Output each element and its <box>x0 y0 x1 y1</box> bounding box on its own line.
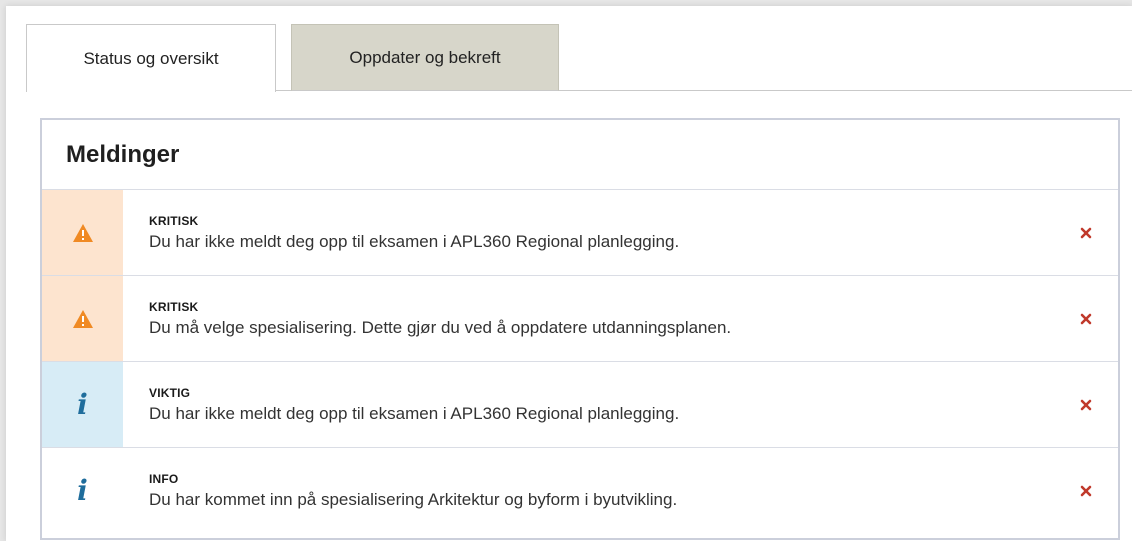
message-body: KRITISK Du må velge spesialisering. Dett… <box>123 276 1118 361</box>
tab-label: Status og oversikt <box>83 48 219 68</box>
message-text: Du har ikke meldt deg opp til eksamen i … <box>149 232 680 251</box>
message-level: KRITISK <box>149 300 199 314</box>
close-icon <box>1080 399 1092 410</box>
info-icon: i <box>77 387 88 421</box>
close-icon <box>1080 227 1092 238</box>
warning-icon <box>72 223 93 242</box>
close-icon <box>1080 313 1092 324</box>
tab-bar: Status og oversikt Oppdater og bekreft <box>26 24 1132 98</box>
dismiss-button[interactable] <box>1076 395 1096 415</box>
dismiss-button[interactable] <box>1076 223 1096 243</box>
message-icon-cell <box>42 276 123 361</box>
message-item: KRITISK Du må velge spesialisering. Dett… <box>42 276 1118 362</box>
panel-header: Meldinger <box>42 120 1118 190</box>
tab-status-og-oversikt[interactable]: Status og oversikt <box>26 24 276 92</box>
panel-title: Meldinger <box>66 140 180 168</box>
message-body: KRITISK Du har ikke meldt deg opp til ek… <box>123 190 1118 275</box>
messages-panel: Meldinger KRITISK Du har ikke meldt deg … <box>40 118 1120 540</box>
message-text: Du har ikke meldt deg opp til eksamen i … <box>149 404 680 423</box>
page-frame: Status og oversikt Oppdater og bekreft M… <box>6 6 1132 541</box>
message-body: INFO Du har kommet inn på spesialisering… <box>123 448 1118 534</box>
message-icon-cell: i <box>42 448 123 534</box>
message-item: i VIKTIG Du har ikke meldt deg opp til e… <box>42 362 1118 448</box>
message-icon-cell: i <box>42 362 123 447</box>
message-item: KRITISK Du har ikke meldt deg opp til ek… <box>42 190 1118 276</box>
message-text: Du har kommet inn på spesialisering Arki… <box>149 490 678 509</box>
info-icon: i <box>77 474 88 507</box>
message-level: KRITISK <box>149 214 199 228</box>
message-item: i INFO Du har kommet inn på spesialiseri… <box>42 448 1118 534</box>
message-level: INFO <box>149 472 179 486</box>
message-level: VIKTIG <box>149 386 191 400</box>
dismiss-button[interactable] <box>1076 309 1096 329</box>
tab-oppdater-og-bekreft[interactable]: Oppdater og bekreft <box>291 24 559 91</box>
warning-icon <box>72 309 93 328</box>
message-body: VIKTIG Du har ikke meldt deg opp til eks… <box>123 362 1118 447</box>
message-text: Du må velge spesialisering. Dette gjør d… <box>149 318 732 337</box>
dismiss-button[interactable] <box>1076 481 1096 501</box>
close-icon <box>1080 485 1092 497</box>
message-icon-cell <box>42 190 123 275</box>
tab-label: Oppdater og bekreft <box>349 47 501 67</box>
